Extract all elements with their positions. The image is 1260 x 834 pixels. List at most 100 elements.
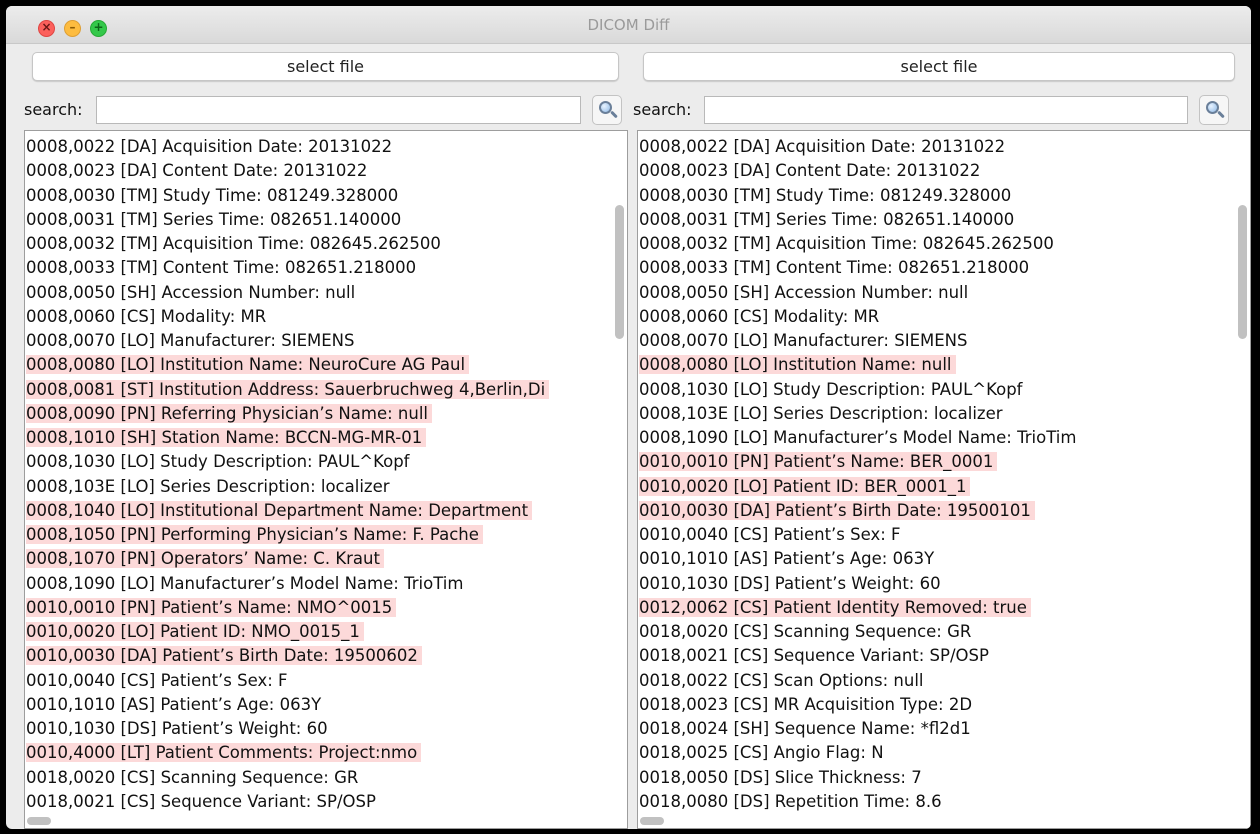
list-item[interactable]: 0008,0081 [ST] Institution Address: Saue…: [25, 378, 627, 402]
list-item[interactable]: 0008,1050 [PN] Performing Physician’s Na…: [25, 523, 627, 547]
list-item-text: 0018,0020 [CS] Scanning Sequence: GR: [639, 622, 972, 641]
list-item-text: 0008,0070 [LO] Manufacturer: SIEMENS: [639, 331, 968, 350]
list-item[interactable]: 0008,0032 [TM] Acquisition Time: 082645.…: [638, 232, 1250, 256]
list-item-text: 0010,0040 [CS] Patient’s Sex: F: [26, 670, 288, 690]
list-item[interactable]: 0008,0080 [LO] Institution Name: null: [638, 353, 1250, 377]
list-item-text: 0018,0020 [CS] Scanning Sequence: GR: [26, 767, 359, 787]
list-item[interactable]: 0018,0021 [CS] Sequence Variant: SP/OSP: [638, 644, 1250, 668]
list-item-text: 0008,0070 [LO] Manufacturer: SIEMENS: [26, 331, 355, 350]
list-item[interactable]: 0008,103E [LO] Series Description: local…: [25, 475, 627, 499]
list-item[interactable]: 0018,0020 [CS] Scanning Sequence: GR: [25, 766, 627, 790]
list-item-text: 0018,0021 [CS] Sequence Variant: SP/OSP: [26, 791, 376, 811]
list-item-text: 0008,1050 [PN] Performing Physician’s Na…: [26, 525, 483, 544]
right-search-input[interactable]: [704, 96, 1188, 124]
list-item-text: 0008,0031 [TM] Series Time: 082651.14000…: [26, 209, 402, 229]
list-item-text: 0008,0081 [ST] Institution Address: Saue…: [26, 379, 550, 399]
left-tag-list[interactable]: 0008,0022 [DA] Acquisition Date: 2013102…: [24, 130, 628, 829]
list-item[interactable]: 0010,1010 [AS] Patient’s Age: 063Y: [638, 547, 1250, 571]
list-item[interactable]: 0008,0070 [LO] Manufacturer: SIEMENS: [25, 329, 627, 353]
list-item-text: 0008,0030 [TM] Study Time: 081249.328000: [639, 185, 1012, 205]
list-item-text: 0008,1090 [LO] Manufacturer’s Model Name…: [639, 428, 1077, 447]
list-item-text: 0012,0062 [CS] Patient Identity Removed:…: [639, 597, 1031, 617]
list-item[interactable]: 0008,0060 [CS] Modality: MR: [25, 305, 627, 329]
list-item[interactable]: 0008,0050 [SH] Accession Number: null: [25, 281, 627, 305]
right-vertical-scrollbar[interactable]: [1236, 131, 1250, 828]
right-horizontal-thumb[interactable]: [640, 817, 664, 825]
list-item[interactable]: 0010,0020 [LO] Patient ID: BER_0001_1: [638, 475, 1250, 499]
list-item[interactable]: 0018,0050 [DS] Slice Thickness: 7: [638, 766, 1250, 790]
list-item[interactable]: 0018,0021 [CS] Sequence Variant: SP/OSP: [25, 790, 627, 814]
list-item-text: 0008,0060 [CS] Modality: MR: [26, 306, 267, 326]
list-item[interactable]: 0010,0040 [CS] Patient’s Sex: F: [25, 669, 627, 693]
list-item[interactable]: 0008,1010 [SH] Station Name: BCCN-MG-MR-…: [25, 426, 627, 450]
list-item[interactable]: 0008,0023 [DA] Content Date: 20131022: [638, 159, 1250, 183]
list-item[interactable]: 0018,0080 [DS] Repetition Time: 8.6: [638, 790, 1250, 814]
list-item[interactable]: 0008,0050 [SH] Accession Number: null: [638, 281, 1250, 305]
list-item[interactable]: 0008,1070 [PN] Operators’ Name: C. Kraut: [25, 547, 627, 571]
list-item[interactable]: 0008,0090 [PN] Referring Physician’s Nam…: [25, 402, 627, 426]
list-item-text: 0010,0010 [PN] Patient’s Name: BER_0001: [639, 452, 998, 472]
list-item-text: 0008,0022 [DA] Acquisition Date: 2013102…: [26, 137, 393, 156]
left-search-label: search:: [24, 100, 83, 119]
right-search-button[interactable]: [1199, 95, 1229, 125]
list-item-text: 0008,1070 [PN] Operators’ Name: C. Kraut: [26, 549, 384, 569]
list-item[interactable]: 0008,0032 [TM] Acquisition Time: 082645.…: [25, 232, 627, 256]
window-title: DICOM Diff: [587, 16, 670, 34]
right-tag-list[interactable]: 0008,0022 [DA] Acquisition Date: 2013102…: [637, 130, 1251, 829]
list-item-text: 0008,0022 [DA] Acquisition Date: 2013102…: [639, 137, 1006, 156]
left-horizontal-scrollbar[interactable]: [25, 814, 627, 828]
list-item[interactable]: 0008,0031 [TM] Series Time: 082651.14000…: [25, 208, 627, 232]
list-item[interactable]: 0008,1030 [LO] Study Description: PAUL^K…: [638, 378, 1250, 402]
list-item[interactable]: 0012,0062 [CS] Patient Identity Removed:…: [638, 596, 1250, 620]
list-item[interactable]: 0008,0060 [CS] Modality: MR: [638, 305, 1250, 329]
list-item[interactable]: 0010,0010 [PN] Patient’s Name: BER_0001: [638, 450, 1250, 474]
left-vertical-thumb[interactable]: [615, 205, 624, 339]
right-horizontal-scrollbar[interactable]: [638, 814, 1250, 828]
list-item[interactable]: 0008,0023 [DA] Content Date: 20131022: [25, 159, 627, 183]
list-item[interactable]: 0010,0010 [PN] Patient’s Name: NMO^0015: [25, 596, 627, 620]
list-item[interactable]: 0008,0030 [TM] Study Time: 081249.328000: [25, 184, 627, 208]
left-horizontal-thumb[interactable]: [27, 817, 51, 825]
list-item-text: 0018,0025 [CS] Angio Flag: N: [639, 743, 884, 763]
list-item-text: 0018,0021 [CS] Sequence Variant: SP/OSP: [639, 646, 989, 666]
list-item[interactable]: 0008,0031 [TM] Series Time: 082651.14000…: [638, 208, 1250, 232]
list-item[interactable]: 0018,0020 [CS] Scanning Sequence: GR: [638, 620, 1250, 644]
left-search-button[interactable]: [592, 95, 622, 125]
list-item[interactable]: 0018,0023 [CS] MR Acquisition Type: 2D: [638, 693, 1250, 717]
list-item[interactable]: 0008,0033 [TM] Content Time: 082651.2180…: [25, 256, 627, 280]
list-item[interactable]: 0008,0070 [LO] Manufacturer: SIEMENS: [638, 329, 1250, 353]
list-item[interactable]: 0010,0030 [DA] Patient’s Birth Date: 195…: [638, 499, 1250, 523]
list-item[interactable]: 0008,0030 [TM] Study Time: 081249.328000: [638, 184, 1250, 208]
list-item[interactable]: 0010,1030 [DS] Patient’s Weight: 60: [25, 717, 627, 741]
right-select-file-button[interactable]: select file: [643, 52, 1235, 81]
list-item[interactable]: 0010,0030 [DA] Patient’s Birth Date: 195…: [25, 644, 627, 668]
left-vertical-scrollbar[interactable]: [613, 131, 627, 828]
list-item-text: 0008,0032 [TM] Acquisition Time: 082645.…: [26, 234, 441, 253]
list-item-text: 0008,0032 [TM] Acquisition Time: 082645.…: [639, 234, 1054, 253]
left-search-input[interactable]: [96, 96, 581, 124]
list-item[interactable]: 0008,1090 [LO] Manufacturer’s Model Name…: [25, 572, 627, 596]
list-item[interactable]: 0018,0024 [SH] Sequence Name: *fl2d1: [638, 717, 1250, 741]
list-item[interactable]: 0008,1090 [LO] Manufacturer’s Model Name…: [638, 426, 1250, 450]
list-item[interactable]: 0010,1030 [DS] Patient’s Weight: 60: [638, 572, 1250, 596]
list-item[interactable]: 0008,0022 [DA] Acquisition Date: 2013102…: [25, 135, 627, 159]
list-item[interactable]: 0018,0025 [CS] Angio Flag: N: [638, 741, 1250, 765]
right-vertical-thumb[interactable]: [1238, 205, 1247, 339]
left-select-file-button[interactable]: select file: [32, 52, 619, 81]
list-item[interactable]: 0008,0033 [TM] Content Time: 082651.2180…: [638, 256, 1250, 280]
list-item[interactable]: 0010,1010 [AS] Patient’s Age: 063Y: [25, 693, 627, 717]
list-item-text: 0010,1010 [AS] Patient’s Age: 063Y: [26, 694, 322, 714]
list-item-text: 0010,1030 [DS] Patient’s Weight: 60: [26, 719, 328, 738]
list-item[interactable]: 0008,0080 [LO] Institution Name: NeuroCu…: [25, 353, 627, 377]
list-item-text: 0018,0023 [CS] MR Acquisition Type: 2D: [639, 694, 973, 714]
list-item-text: 0008,0090 [PN] Referring Physician’s Nam…: [26, 403, 432, 423]
list-item[interactable]: 0010,0020 [LO] Patient ID: NMO_0015_1: [25, 620, 627, 644]
list-item-text: 0008,0060 [CS] Modality: MR: [639, 306, 880, 326]
list-item[interactable]: 0008,0022 [DA] Acquisition Date: 2013102…: [638, 135, 1250, 159]
list-item[interactable]: 0010,0040 [CS] Patient’s Sex: F: [638, 523, 1250, 547]
list-item[interactable]: 0018,0022 [CS] Scan Options: null: [638, 669, 1250, 693]
list-item[interactable]: 0008,103E [LO] Series Description: local…: [638, 402, 1250, 426]
list-item[interactable]: 0010,4000 [LT] Patient Comments: Project…: [25, 741, 627, 765]
list-item[interactable]: 0008,1040 [LO] Institutional Department …: [25, 499, 627, 523]
list-item[interactable]: 0008,1030 [LO] Study Description: PAUL^K…: [25, 450, 627, 474]
